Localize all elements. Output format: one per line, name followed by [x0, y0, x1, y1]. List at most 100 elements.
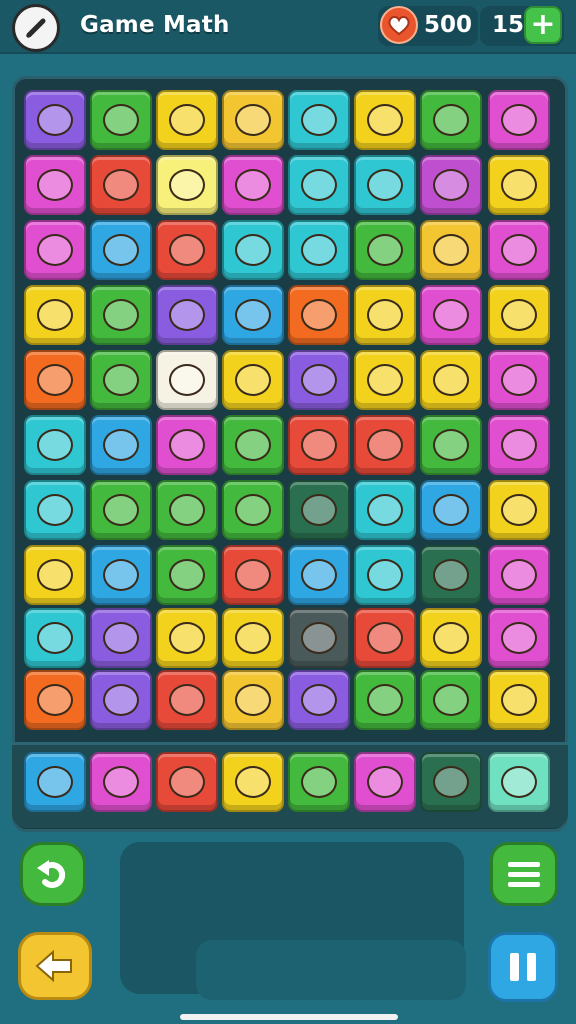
tray-tile[interactable]	[24, 752, 86, 812]
tile[interactable]	[488, 545, 550, 605]
tile[interactable]	[222, 670, 284, 730]
tile[interactable]	[354, 350, 416, 410]
back-arrow-button[interactable]	[18, 932, 92, 1000]
leaf-icon	[367, 299, 403, 331]
tile[interactable]	[24, 670, 86, 730]
tray-tile[interactable]	[488, 752, 550, 812]
tile[interactable]	[156, 480, 218, 540]
tile[interactable]	[24, 90, 86, 150]
tray-tile[interactable]	[222, 752, 284, 812]
tile[interactable]	[156, 285, 218, 345]
tile[interactable]	[420, 415, 482, 475]
tile[interactable]	[156, 670, 218, 730]
tile[interactable]	[288, 285, 350, 345]
tile[interactable]	[222, 608, 284, 668]
tile[interactable]	[222, 285, 284, 345]
tile[interactable]	[488, 90, 550, 150]
tile[interactable]	[288, 350, 350, 410]
tile[interactable]	[420, 155, 482, 215]
tile[interactable]	[222, 220, 284, 280]
tile[interactable]	[90, 350, 152, 410]
tile[interactable]	[420, 670, 482, 730]
tile[interactable]	[288, 220, 350, 280]
tile[interactable]	[288, 415, 350, 475]
tile[interactable]	[420, 90, 482, 150]
tile[interactable]	[24, 415, 86, 475]
tile[interactable]	[24, 285, 86, 345]
tile[interactable]	[488, 220, 550, 280]
tile[interactable]	[24, 350, 86, 410]
tile[interactable]	[288, 90, 350, 150]
menu-button[interactable]	[490, 842, 558, 906]
tile[interactable]	[288, 608, 350, 668]
tray-tile[interactable]	[90, 752, 152, 812]
back-button[interactable]	[12, 4, 60, 52]
tile[interactable]	[354, 155, 416, 215]
tile[interactable]	[24, 220, 86, 280]
tile[interactable]	[288, 155, 350, 215]
tile[interactable]	[24, 608, 86, 668]
bug-face-icon	[501, 684, 537, 716]
tile[interactable]	[354, 220, 416, 280]
tile[interactable]	[354, 90, 416, 150]
tile[interactable]	[354, 285, 416, 345]
tile[interactable]	[24, 545, 86, 605]
tile[interactable]	[156, 220, 218, 280]
tile[interactable]	[156, 155, 218, 215]
tile[interactable]	[420, 480, 482, 540]
tile[interactable]	[288, 480, 350, 540]
tile[interactable]	[420, 545, 482, 605]
tile[interactable]	[420, 285, 482, 345]
tile[interactable]	[90, 220, 152, 280]
tile[interactable]	[156, 415, 218, 475]
tray-tile[interactable]	[156, 752, 218, 812]
tile[interactable]	[222, 480, 284, 540]
tile[interactable]	[156, 90, 218, 150]
tray-tile[interactable]	[288, 752, 350, 812]
tile[interactable]	[90, 155, 152, 215]
tile[interactable]	[354, 545, 416, 605]
tile[interactable]	[222, 90, 284, 150]
tile[interactable]	[90, 608, 152, 668]
info-panel-inner	[196, 940, 466, 1000]
tray-tile[interactable]	[354, 752, 416, 812]
tray-tile[interactable]	[420, 752, 482, 812]
tile[interactable]	[420, 220, 482, 280]
tile[interactable]	[24, 155, 86, 215]
tile[interactable]	[222, 155, 284, 215]
cup-face-icon	[235, 169, 271, 201]
tile[interactable]	[90, 415, 152, 475]
tile[interactable]	[90, 90, 152, 150]
tile[interactable]	[222, 545, 284, 605]
tile[interactable]	[488, 608, 550, 668]
tile[interactable]	[90, 670, 152, 730]
tile[interactable]	[222, 350, 284, 410]
tile[interactable]	[24, 480, 86, 540]
tile[interactable]	[90, 285, 152, 345]
pause-button[interactable]	[488, 932, 558, 1002]
tile[interactable]	[488, 415, 550, 475]
tile[interactable]	[354, 670, 416, 730]
tile[interactable]	[420, 608, 482, 668]
tile[interactable]	[420, 350, 482, 410]
mouth-icon	[235, 364, 271, 396]
tile[interactable]	[90, 545, 152, 605]
tile[interactable]	[90, 480, 152, 540]
tile[interactable]	[288, 545, 350, 605]
tile[interactable]	[156, 545, 218, 605]
tile[interactable]	[488, 350, 550, 410]
undo-button[interactable]	[20, 842, 86, 906]
tile[interactable]	[288, 670, 350, 730]
tile[interactable]	[354, 415, 416, 475]
add-coins-button[interactable]: +	[524, 6, 562, 44]
tile[interactable]	[156, 608, 218, 668]
tile[interactable]	[488, 155, 550, 215]
tile[interactable]	[156, 350, 218, 410]
tile[interactable]	[354, 480, 416, 540]
tile[interactable]	[354, 608, 416, 668]
flower-pot-icon	[169, 622, 205, 654]
tile[interactable]	[222, 415, 284, 475]
tile[interactable]	[488, 670, 550, 730]
tile[interactable]	[488, 480, 550, 540]
tile[interactable]	[488, 285, 550, 345]
